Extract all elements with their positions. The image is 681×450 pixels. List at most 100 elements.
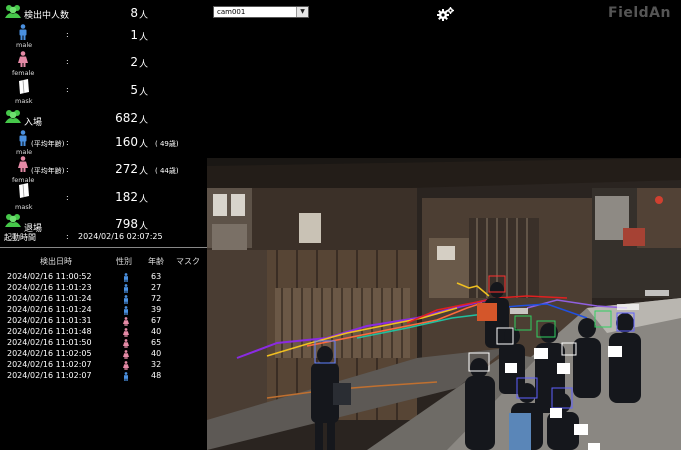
log-header-gender: 性別 bbox=[116, 257, 132, 266]
entry-male-colon: : bbox=[66, 138, 69, 147]
female-label: female bbox=[12, 69, 35, 77]
entry-male-label: male bbox=[16, 148, 33, 156]
log-row: 2024/02/16 11:01:24 72 bbox=[0, 294, 207, 305]
entry-mask-colon: : bbox=[66, 193, 69, 202]
chevron-down-icon[interactable]: ▼ bbox=[296, 7, 308, 17]
exit-value: 798 bbox=[115, 217, 138, 231]
male-icon bbox=[122, 295, 130, 304]
log-header-time: 検出日時 bbox=[40, 257, 72, 266]
log-row: 2024/02/16 11:01:50 65 bbox=[0, 338, 207, 349]
exit-unit: 人 bbox=[139, 222, 149, 232]
female-icon bbox=[18, 156, 28, 172]
male-icon bbox=[122, 284, 130, 293]
male-icon bbox=[122, 372, 130, 381]
male-colon: : bbox=[66, 30, 69, 39]
gear-icon[interactable] bbox=[437, 6, 455, 22]
log-age: 48 bbox=[151, 371, 162, 380]
camera-select[interactable]: cam001 ▼ bbox=[213, 6, 309, 18]
entry-unit: 人 bbox=[139, 116, 149, 126]
stats-panel: 検出中人数 8 人 male : 1 人 female : 2 人 mask:… bbox=[0, 0, 207, 450]
log-row: 2024/02/16 11:01:24 39 bbox=[0, 305, 207, 316]
mask-count-row: mask : 5 人 bbox=[0, 79, 207, 105]
detecting-count-row: 検出中人数 8 人 bbox=[0, 5, 207, 25]
mask-unit: 人 bbox=[139, 88, 149, 98]
entry-male-avg-label: (平均年齢) bbox=[31, 140, 65, 148]
log-age: 40 bbox=[151, 349, 162, 358]
male-label: male bbox=[16, 41, 33, 49]
log-header-mask: マスク bbox=[176, 257, 200, 266]
entry-value: 682 bbox=[115, 111, 138, 125]
log-row: 2024/02/16 11:01:48 40 bbox=[0, 327, 207, 338]
log-time: 2024/02/16 11:01:48 bbox=[7, 327, 92, 336]
male-unit: 人 bbox=[139, 33, 149, 43]
mask-icon bbox=[19, 183, 29, 198]
entry-mask-value: 182 bbox=[115, 190, 138, 204]
log-age: 39 bbox=[151, 305, 162, 314]
people-group-icon bbox=[5, 214, 21, 227]
log-age: 40 bbox=[151, 327, 162, 336]
log-age: 65 bbox=[151, 338, 162, 347]
people-group-icon bbox=[5, 5, 21, 18]
mask-icon bbox=[19, 79, 29, 94]
log-age: 63 bbox=[151, 272, 162, 281]
female-value: 2 bbox=[130, 55, 138, 69]
camera-scene bbox=[207, 158, 681, 450]
log-row: 2024/02/16 11:01:23 27 bbox=[0, 283, 207, 294]
mask-label: mask bbox=[15, 97, 33, 105]
detecting-unit: 人 bbox=[139, 11, 149, 21]
female-count-row: female : 2 人 bbox=[0, 51, 207, 77]
camera-select-value: cam001 bbox=[217, 8, 246, 16]
female-icon bbox=[122, 350, 130, 359]
brand-logo: FieldAn bbox=[608, 5, 671, 21]
log-time: 2024/02/16 11:02:07 bbox=[7, 360, 92, 369]
male-count-row: male : 1 人 bbox=[0, 24, 207, 50]
female-icon bbox=[122, 361, 130, 370]
entry-female-value: 272 bbox=[115, 162, 138, 176]
log-time: 2024/02/16 11:01:24 bbox=[7, 294, 92, 303]
male-icon bbox=[19, 130, 27, 146]
camera-feed bbox=[207, 158, 681, 450]
log-row: 2024/02/16 11:00:52 63 bbox=[0, 272, 207, 283]
boot-time-value: 2024/02/16 02:07:25 bbox=[78, 232, 163, 241]
exit-count-row: 退場 798 人 bbox=[0, 214, 207, 234]
entry-male-row: male (平均年齢) : 160 人 ( 49歳) bbox=[0, 130, 207, 156]
male-value: 1 bbox=[130, 28, 138, 42]
entry-mask-label: mask bbox=[15, 203, 33, 211]
female-icon bbox=[122, 339, 130, 348]
mask-value: 5 bbox=[130, 83, 138, 97]
female-unit: 人 bbox=[139, 60, 149, 70]
log-row: 2024/02/16 11:02:07 48 bbox=[0, 371, 207, 382]
male-icon bbox=[19, 24, 27, 40]
entry-male-unit: 人 bbox=[139, 140, 149, 150]
log-row: 2024/02/16 11:01:31 67 bbox=[0, 316, 207, 327]
log-header-age: 年齢 bbox=[148, 257, 164, 266]
log-time: 2024/02/16 11:01:24 bbox=[7, 305, 92, 314]
log-time: 2024/02/16 11:01:23 bbox=[7, 283, 92, 292]
log-age: 27 bbox=[151, 283, 162, 292]
male-icon bbox=[122, 273, 130, 282]
log-time: 2024/02/16 11:02:05 bbox=[7, 349, 92, 358]
entry-male-avg-age: ( 49歳) bbox=[155, 140, 179, 148]
log-time: 2024/02/16 11:02:07 bbox=[7, 371, 92, 380]
detecting-label: 検出中人数 bbox=[24, 11, 70, 21]
female-colon: : bbox=[66, 57, 69, 66]
log-row: 2024/02/16 11:02:05 40 bbox=[0, 349, 207, 360]
boot-time-colon: : bbox=[66, 232, 69, 241]
boot-time-label: 起動時間 bbox=[4, 233, 36, 242]
entry-female-avg-age: ( 44歳) bbox=[155, 167, 179, 175]
entry-count-row: 入場 682 人 bbox=[0, 110, 207, 130]
panel-divider bbox=[0, 247, 207, 248]
entry-female-colon: : bbox=[66, 165, 69, 174]
log-time: 2024/02/16 11:00:52 bbox=[7, 272, 92, 281]
people-group-icon bbox=[5, 110, 21, 123]
entry-male-value: 160 bbox=[115, 135, 138, 149]
log-age: 72 bbox=[151, 294, 162, 303]
entry-label: 入場 bbox=[24, 118, 43, 128]
detecting-value: 8 bbox=[130, 6, 138, 20]
entry-female-row: female (平均年齢) : 272 人 ( 44歳) bbox=[0, 156, 207, 184]
female-icon bbox=[122, 328, 130, 337]
entry-mask-unit: 人 bbox=[139, 195, 149, 205]
entry-female-avg-label: (平均年齢) bbox=[31, 167, 65, 175]
mask-colon: : bbox=[66, 85, 69, 94]
log-time: 2024/02/16 11:01:31 bbox=[7, 316, 92, 325]
